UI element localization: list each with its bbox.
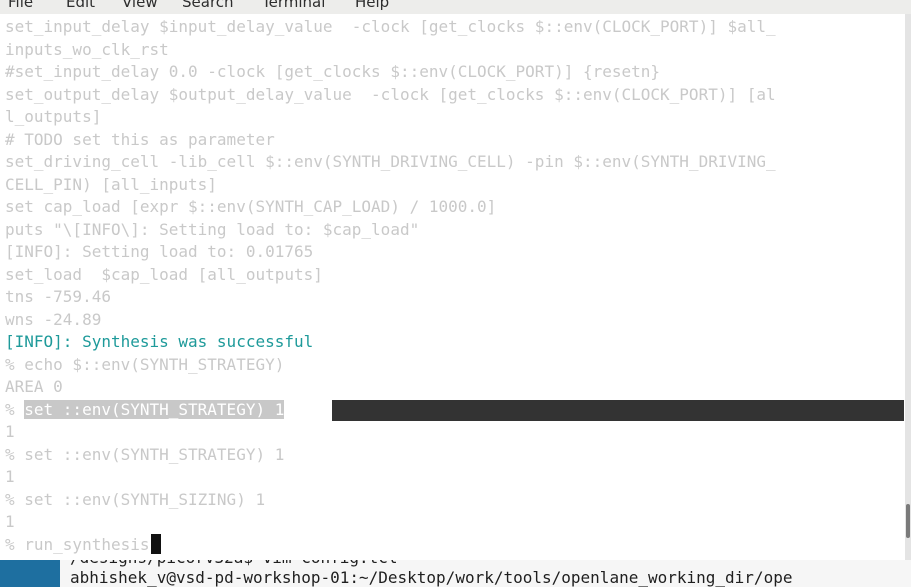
terminal-line: % set ::env(SYNTH_STRATEGY) 1 (5, 444, 285, 464)
menu-help[interactable]: Help (355, 0, 389, 11)
scrollbar-thumb[interactable] (906, 504, 910, 538)
background-terminal-window[interactable]: /designs/picorv32a$ vim config.tcl abhis… (60, 560, 911, 587)
terminal-line: #set_input_delay 0.0 -clock [get_clocks … (5, 62, 661, 81)
text-cursor (150, 533, 161, 554)
terminal-line: 1 (5, 467, 15, 486)
terminal-line: 1 (5, 422, 15, 441)
terminal-line: [INFO]: Setting load to: 0.01765 (5, 242, 314, 261)
scrollbar[interactable] (905, 14, 911, 560)
terminal-line: l_outputs] (5, 107, 102, 126)
terminal-line: CELL_PIN) [all_inputs] (5, 174, 217, 194)
terminal-line: set cap_load [expr $::env(SYNTH_CAP_LOAD… (5, 197, 497, 216)
terminal-line: tns -759.46 (5, 287, 111, 306)
info-success-line: [INFO]: Synthesis was successful (5, 332, 314, 351)
background-terminal-line: /designs/picorv32a$ vim config.tcl (70, 560, 398, 568)
terminal-line: set_load $cap_load [all_outputs] (5, 264, 323, 284)
highlighted-command-line: % set ::env(SYNTH_STRATEGY) 1 (5, 399, 285, 422)
prompt: % (5, 400, 25, 419)
terminal-line: AREA 0 (5, 377, 63, 396)
menu-file[interactable]: File (8, 0, 33, 11)
menu-search[interactable]: Search (182, 0, 234, 11)
terminal-line: set_output_delay $output_delay_value -cl… (5, 84, 776, 104)
terminal-line: % echo $::env(SYNTH_STRATEGY) (5, 354, 285, 374)
terminal-line: inputs_wo_clk_rst (5, 39, 169, 59)
terminal-line: puts "\[INFO\]: Setting load to: $cap_lo… (5, 219, 420, 239)
terminal-line: 1 (5, 512, 15, 531)
menu-view[interactable]: View (122, 0, 158, 11)
cursor-line-highlight (332, 400, 904, 421)
terminal-line: wns -24.89 (5, 309, 102, 329)
terminal-output[interactable]: set_input_delay $input_delay_value -cloc… (0, 14, 905, 560)
menu-terminal[interactable]: Terminal (262, 0, 325, 11)
desktop-background (0, 560, 60, 587)
menu-bar: File Edit View Search Terminal Help (0, 0, 911, 14)
terminal-line: set_driving_cell -lib_cell $::env(SYNTH_… (5, 152, 776, 171)
current-command: % run_synthesis (5, 534, 150, 554)
terminal-line: # TODO set this as parameter (5, 129, 275, 149)
terminal-line: set_input_delay $input_delay_value -cloc… (5, 17, 776, 36)
terminal-line: % set ::env(SYNTH_SIZING) 1 (5, 489, 266, 509)
background-terminal-line: abhishek_v@vsd-pd-workshop-01:~/Desktop/… (70, 568, 793, 587)
prompt-line[interactable]: % run_synthesis (5, 533, 161, 557)
menu-edit[interactable]: Edit (66, 0, 95, 11)
selected-command: set ::env(SYNTH_STRATEGY) 1 (24, 400, 285, 419)
